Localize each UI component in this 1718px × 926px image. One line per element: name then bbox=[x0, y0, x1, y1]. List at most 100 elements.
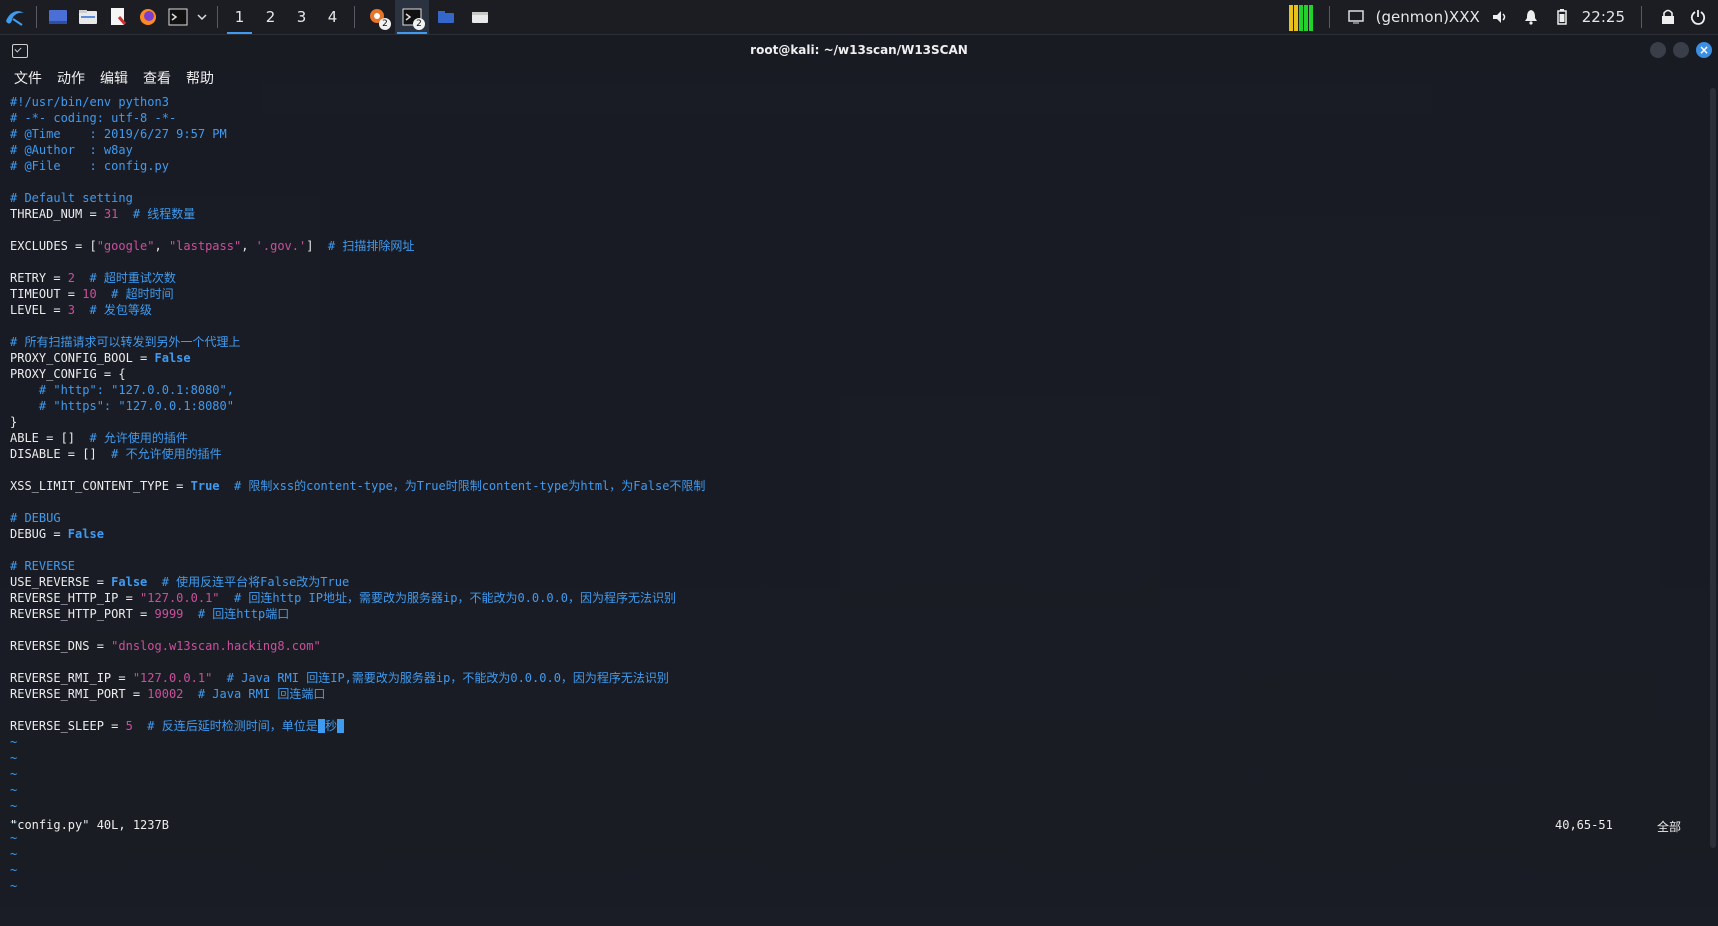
taskbar-folder[interactable] bbox=[429, 0, 463, 34]
empty-line-marker: ~ bbox=[10, 863, 18, 877]
workspace-1[interactable]: 1 bbox=[224, 0, 255, 34]
power-icon[interactable] bbox=[1688, 0, 1708, 34]
code-comment: # 不允许使用的插件 bbox=[96, 447, 222, 461]
code-comment: # DEBUG bbox=[10, 511, 61, 525]
show-desktop-icon[interactable] bbox=[43, 0, 73, 34]
kali-menu-icon[interactable] bbox=[0, 0, 30, 34]
code-keyword: False bbox=[67, 527, 104, 541]
code-line: # @Author : w8ay bbox=[10, 142, 1710, 158]
code-line: ABLE = [] # 允许使用的插件 bbox=[10, 430, 1710, 446]
chevron-down-icon[interactable] bbox=[193, 0, 211, 34]
code-comment: # 扫描排除网址 bbox=[313, 239, 415, 253]
file-manager-icon[interactable] bbox=[73, 0, 103, 34]
status-file-info: "config.py" 40L, 1237B bbox=[10, 818, 169, 832]
panel-separator bbox=[354, 6, 355, 28]
window-title: root@kali: ~/w13scan/W13SCAN bbox=[750, 43, 968, 57]
code-line: # DEBUG bbox=[10, 510, 1710, 526]
code-text: XSS_LIMIT_CONTENT_TYPE = bbox=[10, 479, 191, 493]
code-line: PROXY_CONFIG_BOOL = False bbox=[10, 350, 1710, 366]
taskbar-window[interactable] bbox=[463, 0, 497, 34]
taskbar-burp-group[interactable]: 2 bbox=[361, 0, 395, 34]
firefox-icon[interactable] bbox=[133, 0, 163, 34]
code-text: TIMEOUT = bbox=[10, 287, 83, 301]
panel-separator bbox=[1641, 6, 1642, 28]
status-scroll-position: 全部 bbox=[1657, 820, 1682, 834]
code-line: # Default setting bbox=[10, 190, 1710, 206]
clock[interactable]: 22:25 bbox=[1582, 8, 1625, 26]
panel-separator bbox=[1328, 6, 1330, 28]
terminal-menubar: 文件 动作 编辑 查看 帮助 bbox=[14, 68, 214, 88]
code-text: REVERSE_RMI_IP = bbox=[10, 671, 133, 685]
code-number: 5 bbox=[125, 719, 133, 733]
code-line: DISABLE = [] # 不允许使用的插件 bbox=[10, 446, 1710, 462]
code-line: REVERSE_RMI_PORT = 10002 # Java RMI 回连端口 bbox=[10, 686, 1710, 702]
code-text: } bbox=[10, 415, 18, 429]
menu-file[interactable]: 文件 bbox=[14, 68, 42, 88]
text-cursor bbox=[317, 719, 325, 733]
menu-help[interactable]: 帮助 bbox=[186, 68, 214, 88]
maximize-button[interactable] bbox=[1673, 42, 1689, 58]
menu-edit[interactable]: 编辑 bbox=[100, 68, 128, 88]
code-text: ABLE = [] bbox=[10, 431, 76, 445]
empty-line-marker: ~ bbox=[10, 879, 18, 893]
code-string: "127.0.0.1" bbox=[132, 671, 213, 685]
code-comment: # 回连http端口 bbox=[183, 607, 290, 621]
notification-bell-icon[interactable] bbox=[1520, 0, 1542, 34]
code-line: # 所有扫描请求可以转发到另外一个代理上 bbox=[10, 334, 1710, 350]
code-text: THREAD_NUM = bbox=[10, 207, 104, 221]
battery-icon[interactable] bbox=[1552, 0, 1572, 34]
code-number: 9999 bbox=[154, 607, 184, 621]
workspace-4[interactable]: 4 bbox=[317, 0, 348, 34]
code-line: # @File : config.py bbox=[10, 158, 1710, 174]
code-text: LEVEL = bbox=[10, 303, 68, 317]
workspace-3[interactable]: 3 bbox=[286, 0, 317, 34]
code-number: 10002 bbox=[147, 687, 184, 701]
window-count-badge: 2 bbox=[379, 18, 391, 30]
terminal-scrollbar[interactable] bbox=[1710, 88, 1716, 848]
code-line: LEVEL = 3 # 发包等级 bbox=[10, 302, 1710, 318]
code-string: "google" bbox=[96, 239, 155, 253]
code-keyword: False bbox=[111, 575, 148, 589]
code-punct: , bbox=[241, 239, 256, 253]
panel-separator bbox=[36, 6, 37, 28]
code-comment: # @Author : w8ay bbox=[10, 143, 133, 157]
text-cursor bbox=[336, 719, 345, 733]
code-comment: # 反连后延时检测时间，单位是 bbox=[132, 719, 318, 733]
code-line: # @Time : 2019/6/27 9:57 PM bbox=[10, 126, 1710, 142]
lock-icon[interactable] bbox=[1658, 0, 1678, 34]
workspace-2[interactable]: 2 bbox=[255, 0, 286, 34]
code-comment: #!/usr/bin/env python3 bbox=[10, 95, 169, 109]
code-text: REVERSE_SLEEP = bbox=[10, 719, 126, 733]
code-comment: # REVERSE bbox=[10, 559, 76, 573]
empty-line-marker: ~ bbox=[10, 799, 18, 813]
code-string: "lastpass" bbox=[168, 239, 242, 253]
code-text: REVERSE_DNS = bbox=[10, 639, 112, 653]
taskbar-terminal-group[interactable]: 2 bbox=[395, 0, 429, 34]
close-button[interactable]: × bbox=[1696, 42, 1712, 58]
volume-icon[interactable] bbox=[1490, 0, 1510, 34]
code-line: XSS_LIMIT_CONTENT_TYPE = True # 限制xss的co… bbox=[10, 478, 1710, 494]
text-editor-icon[interactable] bbox=[103, 0, 133, 34]
editor-buffer[interactable]: #!/usr/bin/env python3 # -*- coding: utf-… bbox=[10, 94, 1710, 894]
code-text: USE_REVERSE = bbox=[10, 575, 112, 589]
code-keyword: False bbox=[154, 351, 191, 365]
menu-view[interactable]: 查看 bbox=[143, 68, 171, 88]
minimize-button[interactable] bbox=[1650, 42, 1666, 58]
code-comment: # @File : config.py bbox=[10, 159, 169, 173]
terminal-icon[interactable] bbox=[163, 0, 193, 34]
code-string: "dnslog.w13scan.hacking8.com" bbox=[111, 639, 321, 653]
menu-actions[interactable]: 动作 bbox=[57, 68, 85, 88]
code-comment: # 允许使用的插件 bbox=[75, 431, 188, 445]
code-text: DISABLE = [] bbox=[10, 447, 97, 461]
code-text: RETRY = bbox=[10, 271, 68, 285]
code-line: #!/usr/bin/env python3 bbox=[10, 94, 1710, 110]
code-line: USE_REVERSE = False # 使用反连平台将False改为True bbox=[10, 574, 1710, 590]
monitor-icon[interactable] bbox=[1346, 0, 1366, 34]
genmon-text: (genmon)XXX bbox=[1375, 8, 1480, 26]
empty-line-marker: ~ bbox=[10, 735, 18, 749]
